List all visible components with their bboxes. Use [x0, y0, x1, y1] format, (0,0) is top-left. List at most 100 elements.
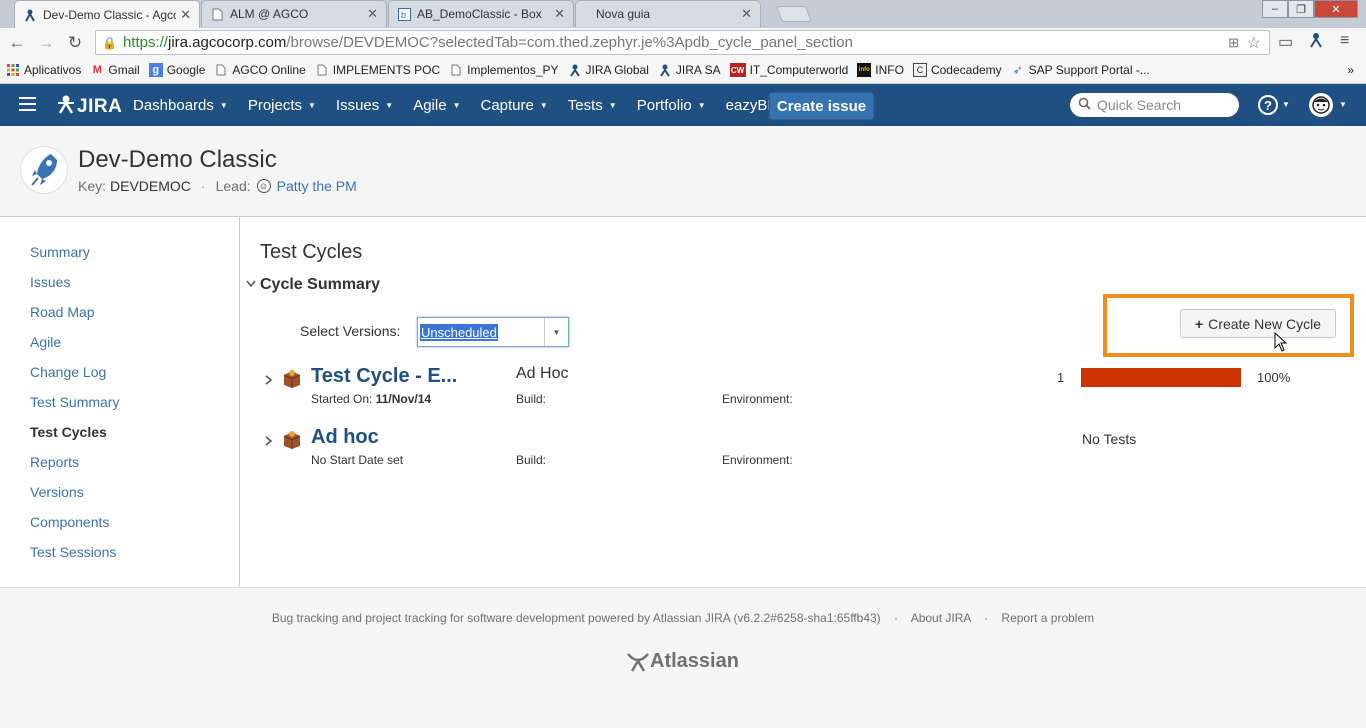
- bookmark-gmail[interactable]: M Gmail: [90, 63, 140, 77]
- version-select[interactable]: Unscheduled ▼: [417, 317, 569, 347]
- separator: ·: [200, 178, 206, 194]
- separator: ·: [894, 611, 899, 625]
- bookmark-info[interactable]: info INFO: [857, 63, 904, 77]
- forward-arrow-icon[interactable]: →: [35, 32, 57, 54]
- create-issue-button[interactable]: Create issue: [769, 92, 874, 120]
- project-avatar[interactable]: [20, 146, 68, 194]
- nav-agile[interactable]: Agile ▼: [413, 97, 460, 114]
- about-jira-link[interactable]: About JIRA: [911, 611, 971, 625]
- jira-logo[interactable]: JIRA: [57, 94, 122, 119]
- sidebar-item-change-log[interactable]: Change Log: [30, 364, 106, 380]
- nav-label: Agile: [413, 96, 447, 114]
- close-tab-icon[interactable]: ✕: [554, 6, 565, 22]
- separator: ·: [984, 611, 989, 625]
- sidebar-item-summary[interactable]: Summary: [30, 244, 90, 260]
- jira-extension-icon[interactable]: [1309, 32, 1323, 53]
- atlassian-logo-icon: [627, 652, 649, 672]
- app-switcher-icon[interactable]: [19, 97, 36, 111]
- cycle-progress-bar[interactable]: [1081, 368, 1241, 387]
- bookmark-label: AGCO Online: [232, 63, 306, 77]
- browser-menu-icon[interactable]: ≡: [1340, 32, 1349, 50]
- jira-favicon-icon: [568, 63, 582, 77]
- nav-eazybi[interactable]: eazyBI: [726, 97, 772, 114]
- sidebar-item-versions[interactable]: Versions: [30, 484, 84, 500]
- bookmark-agco-online[interactable]: AGCO Online: [214, 63, 306, 77]
- bookmark-implementos-py[interactable]: Implementos_PY: [449, 63, 559, 77]
- chevron-down-icon: ▼: [385, 100, 394, 110]
- project-lead-link[interactable]: Patty the PM: [277, 178, 357, 194]
- address-bar[interactable]: 🔒 https:// jira.agcocorp.com /browse/DEV…: [95, 30, 1270, 55]
- bookmark-codecademy[interactable]: C Codecademy: [912, 63, 1002, 77]
- sidebar-item-agile[interactable]: Agile: [30, 334, 61, 350]
- chevron-down-icon: ▼: [219, 100, 228, 110]
- cycle-name-link[interactable]: Test Cycle - E...: [311, 365, 457, 388]
- nav-label: Capture: [480, 96, 534, 114]
- expand-chevron-icon[interactable]: [265, 373, 273, 388]
- bookmark-jira-global[interactable]: JIRA Global: [568, 63, 649, 77]
- apps-grid-icon: [6, 63, 20, 77]
- cycle-environment: Environment:: [722, 392, 793, 406]
- quick-search-input[interactable]: Quick Search: [1070, 93, 1239, 117]
- test-cycle-icon: [283, 431, 301, 449]
- bookmark-it-computerworld[interactable]: CW IT_Computerworld: [729, 63, 848, 77]
- cycle-name-link[interactable]: Ad hoc: [311, 426, 379, 449]
- maximize-icon[interactable]: ❐: [1288, 0, 1314, 18]
- nav-issues[interactable]: Issues ▼: [336, 97, 393, 114]
- sidebar-item-test-cycles[interactable]: Test Cycles: [30, 424, 107, 440]
- browser-tab-jira[interactable]: Dev-Demo Classic - Agco ✕: [14, 0, 200, 28]
- close-tab-icon[interactable]: ✕: [741, 6, 752, 22]
- cycle-summary-heading[interactable]: Cycle Summary: [260, 276, 380, 294]
- page-icon: [214, 63, 228, 77]
- bookmark-sap[interactable]: ➶ SAP Support Portal -...: [1011, 63, 1150, 77]
- collapse-chevron-icon[interactable]: [246, 279, 256, 291]
- nav-capture[interactable]: Capture ▼: [480, 97, 547, 114]
- nav-label: Projects: [247, 96, 302, 114]
- bookmarks-overflow-icon[interactable]: »: [1347, 63, 1354, 77]
- nav-tests[interactable]: Tests ▼: [568, 97, 617, 114]
- bookmark-label: Implementos_PY: [467, 63, 559, 77]
- bookmark-google[interactable]: g Google: [148, 63, 205, 77]
- report-problem-link[interactable]: Report a problem: [1001, 611, 1094, 625]
- back-arrow-icon[interactable]: ←: [6, 32, 28, 54]
- translate-icon[interactable]: ⊞: [1228, 35, 1239, 51]
- create-new-cycle-button[interactable]: + Create New Cycle: [1180, 309, 1336, 338]
- browser-tab-new[interactable]: Nova guia ✕: [575, 0, 761, 27]
- expand-chevron-icon[interactable]: [265, 434, 273, 449]
- page-icon: [210, 7, 224, 21]
- cast-icon[interactable]: ▭: [1278, 32, 1293, 52]
- bookmark-label: IMPLEMENTS POC: [332, 63, 441, 77]
- bookmark-aplicativos[interactable]: Aplicativos: [6, 63, 81, 77]
- reload-icon[interactable]: ↻: [64, 32, 86, 54]
- nav-dashboards[interactable]: Dashboards ▼: [133, 97, 228, 114]
- close-tab-icon[interactable]: ✕: [367, 6, 378, 22]
- help-icon[interactable]: ?: [1258, 95, 1278, 115]
- atlassian-logo[interactable]: Atlassian: [626, 650, 739, 673]
- bookmark-implements-poc[interactable]: IMPLEMENTS POC: [315, 63, 440, 77]
- jira-header: JIRA Dashboards ▼ Projects ▼ Issues ▼ Agile…: [0, 84, 1366, 126]
- sidebar-item-road-map[interactable]: Road Map: [30, 304, 95, 320]
- nav-projects[interactable]: Projects ▼: [248, 97, 316, 114]
- chevron-down-icon[interactable]: ▼: [1282, 100, 1290, 109]
- project-header: Dev-Demo Classic Key: DEVDEMOC · Lead: ☺…: [0, 126, 1366, 217]
- close-tab-icon[interactable]: ✕: [180, 7, 191, 23]
- bookmark-label: SAP Support Portal -...: [1028, 63, 1150, 77]
- nav-label: eazyBI: [725, 96, 772, 114]
- sidebar-item-reports[interactable]: Reports: [30, 454, 79, 470]
- sidebar-item-issues[interactable]: Issues: [30, 274, 70, 290]
- browser-tab-box[interactable]: b AB_DemoClassic - Box ✕: [388, 0, 574, 27]
- minimize-icon[interactable]: –: [1262, 0, 1288, 18]
- sidebar-item-components[interactable]: Components: [30, 514, 109, 530]
- sidebar-item-test-summary[interactable]: Test Summary: [30, 394, 119, 410]
- nav-portfolio[interactable]: Portfolio ▼: [637, 97, 706, 114]
- browser-tab-strip: Dev-Demo Classic - Agco ✕ ALM @ AGCO ✕ b…: [0, 0, 1366, 28]
- browser-tab-alm[interactable]: ALM @ AGCO ✕: [201, 0, 387, 27]
- bookmark-star-icon[interactable]: ☆: [1247, 33, 1261, 53]
- user-avatar[interactable]: [1309, 93, 1333, 117]
- sidebar-item-test-sessions[interactable]: Test Sessions: [30, 544, 116, 560]
- chevron-down-icon[interactable]: ▼: [544, 318, 568, 346]
- main-content: Test Cycles Cycle Summary Select Version…: [240, 217, 1366, 587]
- chevron-down-icon[interactable]: ▼: [1339, 100, 1347, 109]
- window-close-icon[interactable]: ✕: [1314, 0, 1358, 18]
- bookmark-jira-sa[interactable]: JIRA SA: [658, 63, 721, 77]
- new-tab-button[interactable]: [776, 6, 812, 22]
